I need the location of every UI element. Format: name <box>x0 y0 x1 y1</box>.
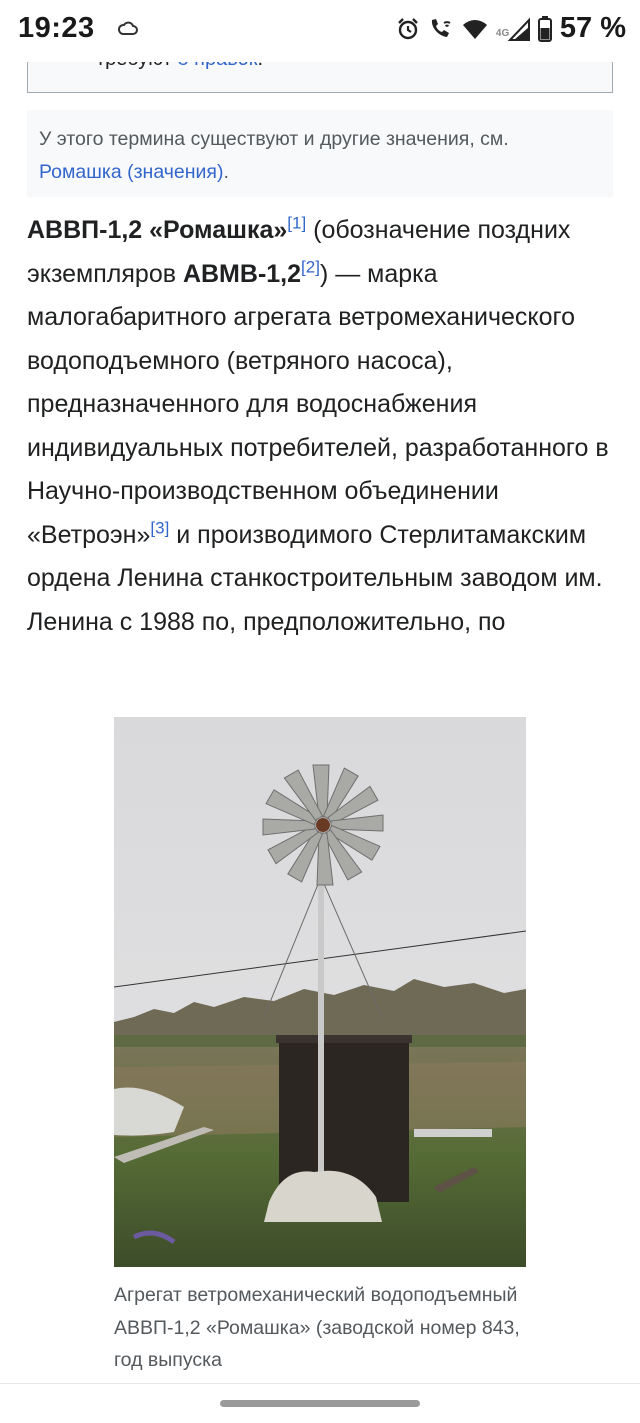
signal-icon: 4G <box>496 16 530 41</box>
home-gesture-bar[interactable] <box>220 1400 420 1407</box>
hatnote-period: . <box>223 161 229 183</box>
figure-caption: Агрегат ветромеханический водоподъемный … <box>114 1284 520 1371</box>
reference-3-link[interactable]: [3] <box>150 518 169 537</box>
alarm-icon <box>398 17 418 39</box>
bottom-fade <box>0 1372 640 1423</box>
windmill-photo[interactable] <box>114 717 526 1267</box>
reference-1-link[interactable]: [1] <box>287 214 306 233</box>
status-bar: 19:23 4G 57 % <box>0 0 640 62</box>
status-icons: 4G 57 % <box>396 12 626 45</box>
hatnote-text: У этого термина существуют и другие знач… <box>39 128 509 150</box>
reference-2-link[interactable]: [2] <box>301 257 320 276</box>
battery-icon <box>537 15 552 42</box>
wifi-call-icon <box>431 18 451 37</box>
wifi-icon <box>462 19 487 39</box>
battery-percent: 57 % <box>559 12 626 44</box>
article-term-2: АВМВ-1,2 <box>182 259 302 288</box>
article-text-2: ) — марка малогабаритного агрегата ветро… <box>27 259 609 549</box>
disambiguation-link[interactable]: Ромашка (значения) <box>39 161 223 183</box>
cloud-icon <box>118 21 138 35</box>
article-paragraph: АВВП-1,2 «Ромашка»[1] (обозначение поздн… <box>27 209 617 644</box>
hatnote: У этого термина существуют и другие знач… <box>27 110 613 197</box>
article-term: АВВП-1,2 «Ромашка» <box>27 216 288 244</box>
status-time: 19:23 <box>18 12 95 44</box>
bottom-divider <box>0 1383 640 1384</box>
